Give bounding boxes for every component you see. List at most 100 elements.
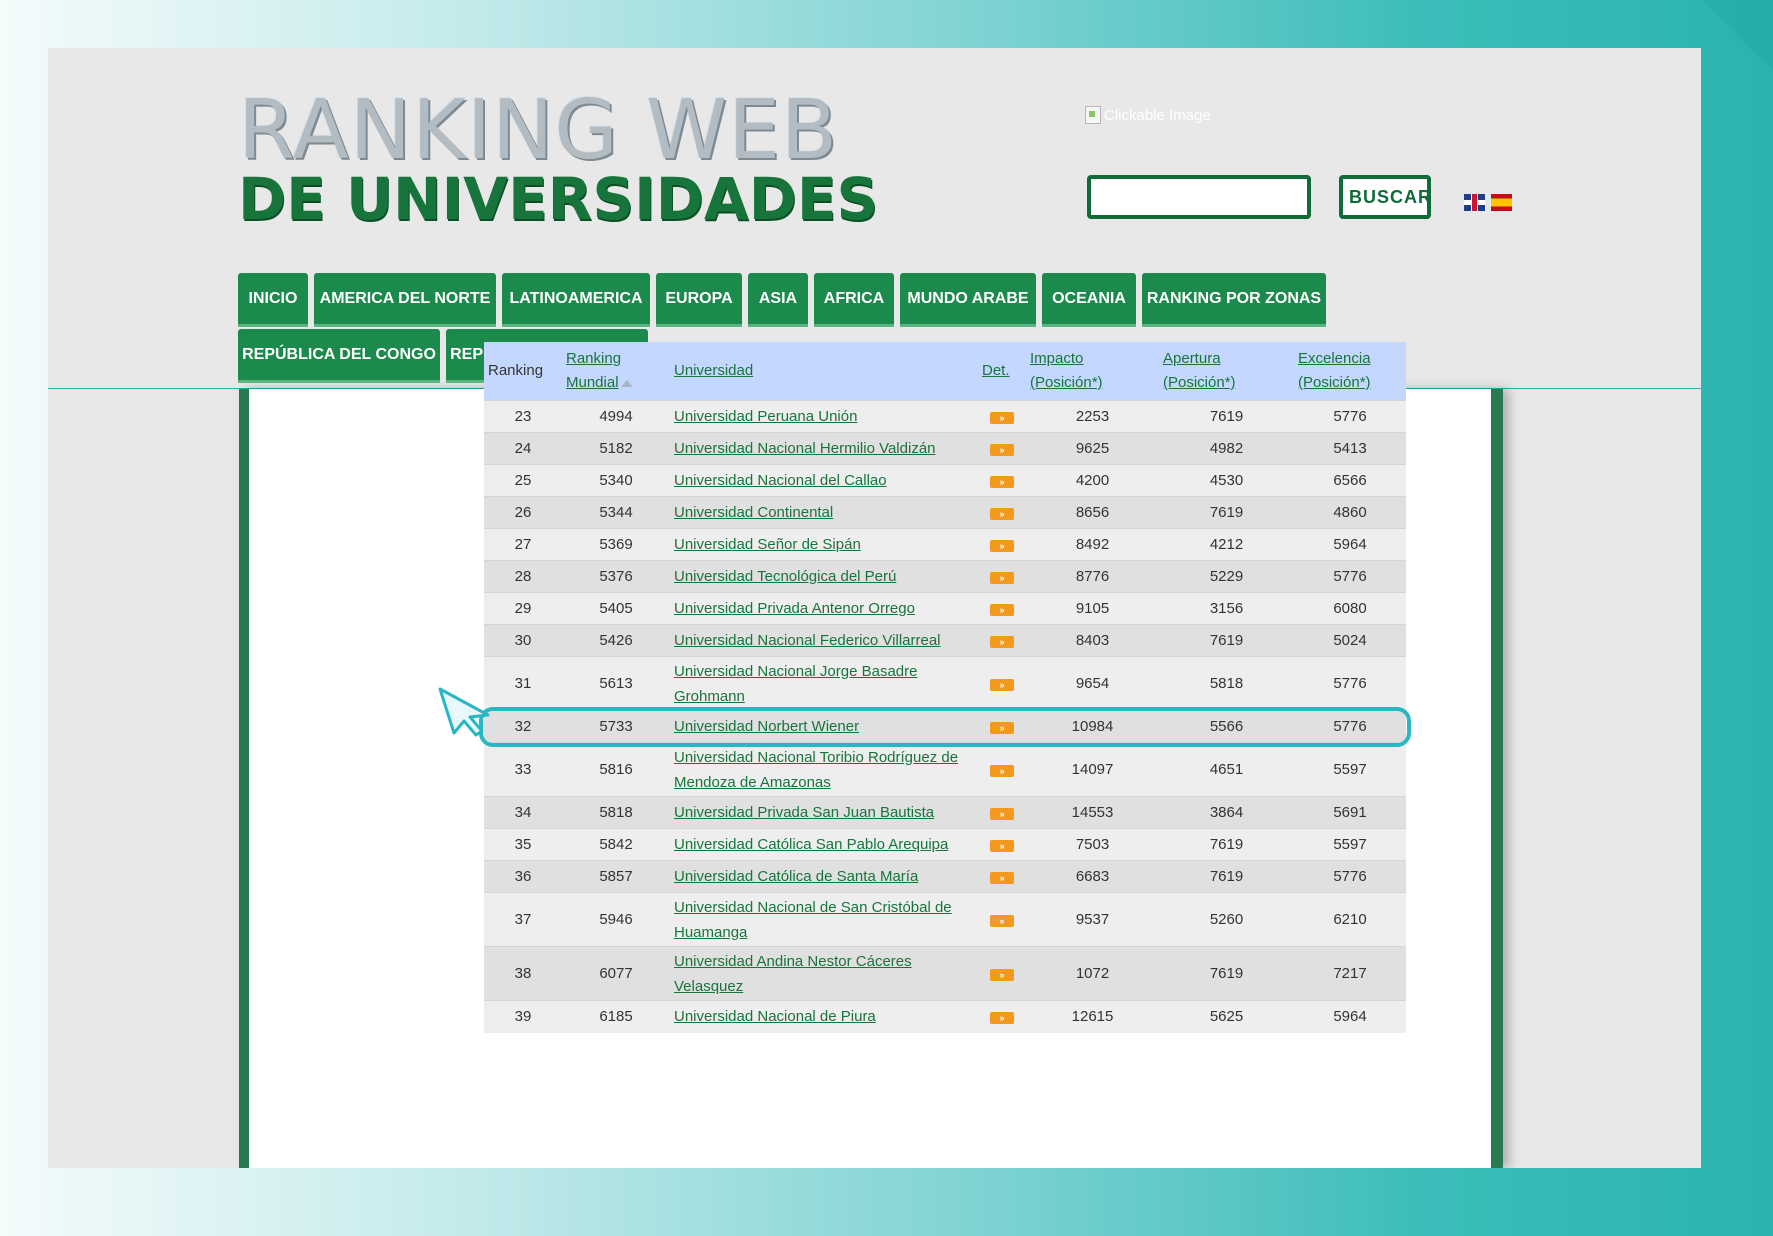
cell-university: Universidad Nacional Jorge Basadre Grohm…: [670, 656, 978, 711]
details-icon[interactable]: »: [990, 872, 1014, 884]
details-icon[interactable]: »: [990, 765, 1014, 777]
table-row: 38 6077 Universidad Andina Nestor Cáceres …: [484, 946, 1406, 1001]
university-link[interactable]: Universidad Nacional Federico Villarreal: [674, 632, 941, 649]
university-link[interactable]: Universidad Católica de Santa María: [674, 868, 918, 885]
details-icon[interactable]: »: [990, 604, 1014, 616]
table-row: 30 5426 Universidad Nacional Federico Vill…: [484, 624, 1406, 657]
cell-excelencia: 5597: [1294, 828, 1406, 861]
table-row: 31 5613 Universidad Nacional Jorge Basadre…: [484, 656, 1406, 711]
cell-world-rank: 6185: [562, 1000, 670, 1033]
corner-decoration: [1703, 0, 1773, 70]
table-row: 36 5857 Universidad Católica de Santa Marí…: [484, 860, 1406, 893]
table-row: 29 5405 Universidad Privada Antenor Orrego…: [484, 592, 1406, 625]
table-row: 39 6185 Universidad Nacional de Piura » 1261…: [484, 1000, 1406, 1033]
cell-det: »: [978, 432, 1026, 465]
details-icon[interactable]: »: [990, 476, 1014, 488]
tab-ranking-por-zonas[interactable]: RANKING POR ZONAS: [1142, 273, 1326, 327]
cell-excelencia: 5024: [1294, 624, 1406, 657]
col-impacto[interactable]: Impacto (Posición*): [1026, 342, 1159, 401]
details-icon[interactable]: »: [990, 540, 1014, 552]
cell-excelencia: 5691: [1294, 796, 1406, 829]
sort-ranking-mundial-2[interactable]: Mundial: [566, 374, 619, 391]
sort-det[interactable]: Det.: [982, 362, 1010, 379]
sort-apertura-1[interactable]: Apertura: [1163, 350, 1221, 367]
sort-impacto-2[interactable]: (Posición*): [1030, 374, 1103, 391]
sort-impacto-1[interactable]: Impacto: [1030, 350, 1083, 367]
university-link[interactable]: Universidad Nacional del Callao: [674, 472, 887, 489]
col-universidad[interactable]: Universidad: [670, 342, 978, 401]
cell-rank: 28: [484, 560, 562, 593]
tab-mundo-arabe[interactable]: MUNDO ARABE: [900, 273, 1036, 327]
cell-world-rank: 4994: [562, 400, 670, 433]
sort-excelencia-2[interactable]: (Posición*): [1298, 374, 1371, 391]
col-ranking-mundial[interactable]: Ranking Mundial: [562, 342, 670, 401]
details-icon[interactable]: »: [990, 915, 1014, 927]
tab-america-del-norte[interactable]: AMERICA DEL NORTE: [314, 273, 496, 327]
details-icon[interactable]: »: [990, 969, 1014, 981]
pointer-arrow-icon: [438, 687, 490, 736]
details-icon[interactable]: »: [990, 840, 1014, 852]
details-icon[interactable]: »: [990, 808, 1014, 820]
tab-asia[interactable]: ASIA: [748, 273, 808, 327]
broken-image-icon: [1085, 106, 1101, 124]
cell-apertura: 3156: [1159, 592, 1294, 625]
tab-inicio[interactable]: INICIO: [238, 273, 308, 327]
cell-university: Universidad Nacional de Piura: [670, 1000, 978, 1033]
university-link[interactable]: Universidad Peruana Unión: [674, 408, 857, 425]
spain-flag-icon[interactable]: [1491, 194, 1512, 211]
tab-africa[interactable]: AFRICA: [814, 273, 894, 327]
university-link[interactable]: Universidad Andina Nestor Cáceres Velasq…: [674, 953, 912, 995]
details-icon[interactable]: »: [990, 636, 1014, 648]
search-button[interactable]: BUSCAR: [1339, 175, 1431, 219]
tab-latinoamerica[interactable]: LATINOAMERICA: [502, 273, 650, 327]
university-link[interactable]: Universidad Nacional Hermilio Valdizán: [674, 440, 936, 457]
cell-university: Universidad Católica San Pablo Arequipa: [670, 828, 978, 861]
cell-impacto: 4200: [1026, 464, 1159, 497]
details-icon[interactable]: »: [990, 1012, 1014, 1025]
university-link[interactable]: Universidad Privada Antenor Orrego: [674, 600, 915, 617]
sort-ranking-mundial-1[interactable]: Ranking: [566, 350, 621, 367]
cell-university: Universidad Peruana Unión: [670, 400, 978, 433]
university-link[interactable]: Universidad Privada San Juan Bautista: [674, 804, 934, 821]
clickable-image-banner[interactable]: Clickable Image: [1085, 106, 1211, 124]
cell-excelencia: 5964: [1294, 528, 1406, 561]
cell-university: Universidad Privada Antenor Orrego: [670, 592, 978, 625]
university-link[interactable]: Universidad Continental: [674, 504, 833, 521]
col-excelencia[interactable]: Excelencia (Posición*): [1294, 342, 1406, 401]
details-icon[interactable]: »: [990, 722, 1014, 734]
site-logo[interactable]: RANKING WEB DE UNIVERSIDADES: [238, 90, 878, 229]
details-icon[interactable]: »: [990, 412, 1014, 424]
cell-world-rank: 5376: [562, 560, 670, 593]
university-link[interactable]: Universidad Nacional Toribio Rodríguez d…: [674, 749, 958, 791]
details-icon[interactable]: »: [990, 444, 1014, 456]
col-det[interactable]: Det.: [978, 342, 1026, 401]
table-row: 27 5369 Universidad Señor de Sipán » 8492 421…: [484, 528, 1406, 561]
search-input[interactable]: [1087, 175, 1311, 219]
details-icon[interactable]: »: [990, 508, 1014, 520]
university-link[interactable]: Universidad Nacional de Piura: [674, 1008, 876, 1025]
university-link[interactable]: Universidad Señor de Sipán: [674, 536, 861, 553]
uk-flag-icon[interactable]: [1464, 194, 1485, 211]
sort-universidad[interactable]: Universidad: [674, 362, 753, 379]
cell-det: »: [978, 464, 1026, 497]
cell-university: Universidad Nacional de San Cristóbal de…: [670, 892, 978, 947]
university-link[interactable]: Universidad Católica San Pablo Arequipa: [674, 836, 948, 853]
details-icon[interactable]: »: [990, 572, 1014, 584]
university-link[interactable]: Universidad Nacional de San Cristóbal de…: [674, 899, 952, 941]
tab-europa[interactable]: EUROPA: [656, 273, 742, 327]
cell-excelencia: 6566: [1294, 464, 1406, 497]
university-link[interactable]: Universidad Tecnológica del Perú: [674, 568, 896, 585]
tab-republica-del-congo-1[interactable]: REPÚBLICA DEL CONGO: [238, 329, 440, 383]
details-icon[interactable]: »: [990, 679, 1014, 691]
university-link[interactable]: Universidad Nacional Jorge Basadre Grohm…: [674, 663, 917, 705]
cell-world-rank: 5842: [562, 828, 670, 861]
university-link[interactable]: Universidad Norbert Wiener: [674, 718, 859, 735]
table-row: 32 5733 Universidad Norbert Wiener» 10984 55…: [484, 710, 1406, 743]
col-apertura[interactable]: Apertura (Posición*): [1159, 342, 1294, 401]
cell-det: »: [978, 828, 1026, 861]
tab-oceania[interactable]: OCEANIA: [1042, 273, 1136, 327]
sort-apertura-2[interactable]: (Posición*): [1163, 374, 1236, 391]
cell-apertura: 4982: [1159, 432, 1294, 465]
sort-excelencia-1[interactable]: Excelencia: [1298, 350, 1371, 367]
cell-det: »: [978, 710, 1026, 743]
